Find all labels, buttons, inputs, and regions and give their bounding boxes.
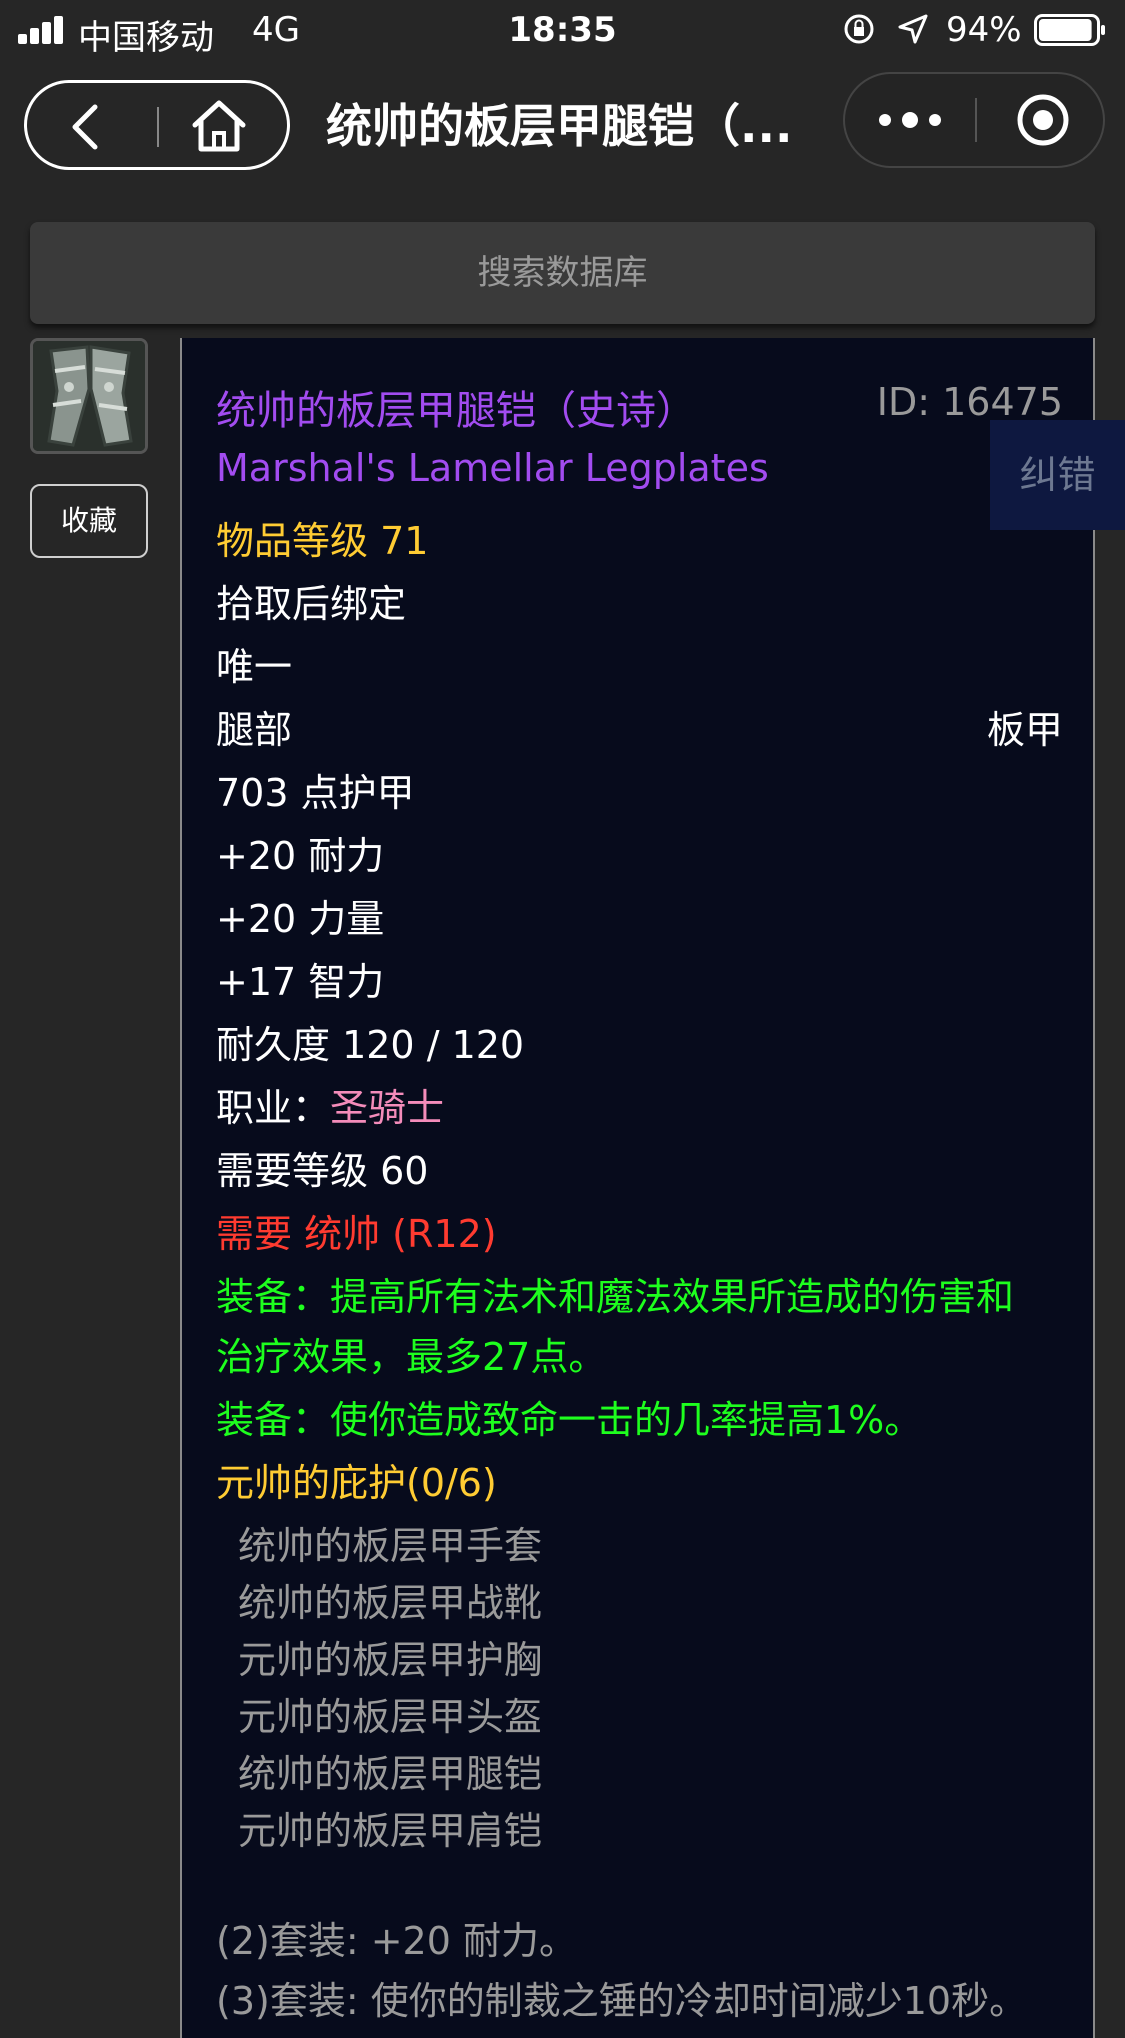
set-item[interactable]: 元帅的板层甲护胸 xyxy=(238,1629,542,1684)
set-item[interactable]: 统帅的板层甲腿铠 xyxy=(238,1743,542,1798)
report-error-button[interactable]: 纠错 xyxy=(990,420,1125,530)
set-item[interactable]: 元帅的板层甲头盔 xyxy=(238,1686,542,1741)
home-icon[interactable] xyxy=(187,95,251,157)
equip-effect: 装备：提高所有法术和魔法效果所造成的伤害和 xyxy=(216,1275,1015,1319)
item-name-en: Marshal's Lamellar Legplates xyxy=(216,446,769,490)
set-bonus: (2)套装: +20 耐力。 xyxy=(216,1919,577,1963)
stat-line: +20 力量 xyxy=(216,897,385,941)
location-arrow-icon xyxy=(898,14,928,44)
set-name: 元帅的庇护(0/6) xyxy=(216,1461,497,1505)
nav-bar: 统帅的板层甲腿铠（... xyxy=(0,62,1125,202)
capsule-divider xyxy=(157,107,159,147)
class-requirement: 职业：圣骑士 xyxy=(216,1077,444,1132)
required-level: 需要等级 60 xyxy=(216,1149,429,1193)
stat-line: +17 智力 xyxy=(216,960,385,1004)
unique-flag: 唯一 xyxy=(216,645,293,689)
page-title: 统帅的板层甲腿铠（... xyxy=(326,99,793,153)
battery-icon xyxy=(1034,14,1105,46)
set-item[interactable]: 统帅的板层甲战靴 xyxy=(238,1572,542,1627)
rotation-lock-icon xyxy=(844,14,874,44)
battery-percent: 94% xyxy=(946,10,1022,50)
armor-type: 板甲 xyxy=(986,708,1063,752)
bind-type: 拾取后绑定 xyxy=(216,582,407,626)
item-name-cn: 统帅的板层甲腿铠（史诗） xyxy=(216,388,696,434)
stat-line: +20 耐力 xyxy=(216,834,385,878)
equip-effect: 装备：使你造成致命一击的几率提高1%。 xyxy=(216,1398,923,1442)
item-tooltip: 统帅的板层甲腿铠（史诗） ID: 16475 Marshal's Lamella… xyxy=(180,338,1125,2038)
armor-value: 703 点护甲 xyxy=(216,771,415,815)
status-bar: 中国移动 4G 18:35 94% xyxy=(0,0,1125,62)
capsule-divider xyxy=(975,98,977,142)
class-name: 圣骑士 xyxy=(330,1086,445,1130)
back-icon[interactable] xyxy=(57,99,117,155)
item-level: 物品等级 71 xyxy=(216,519,429,563)
more-icon[interactable] xyxy=(875,104,945,136)
set-item[interactable]: 统帅的板层甲手套 xyxy=(238,1515,542,1570)
equip-effect: 治疗效果，最多27点。 xyxy=(216,1335,607,1379)
search-input[interactable]: 搜索数据库 xyxy=(30,222,1095,324)
nav-capsule-right xyxy=(843,72,1105,168)
item-slot: 腿部 xyxy=(216,708,293,752)
class-label: 职业： xyxy=(216,1086,331,1130)
legplates-icon xyxy=(30,338,148,454)
favorite-button[interactable]: 收藏 xyxy=(30,484,148,558)
nav-capsule-left xyxy=(24,80,290,170)
durability: 耐久度 120 / 120 xyxy=(216,1023,525,1067)
required-rank: 需要 统帅 (R12) xyxy=(216,1212,497,1256)
close-target-icon[interactable] xyxy=(1015,92,1071,148)
set-bonus: (3)套装: 使你的制裁之锤的冷却时间减少10秒。 xyxy=(216,1979,1028,2023)
set-item[interactable]: 元帅的板层甲肩铠 xyxy=(238,1800,542,1855)
item-id: ID: 16475 xyxy=(876,380,1063,424)
